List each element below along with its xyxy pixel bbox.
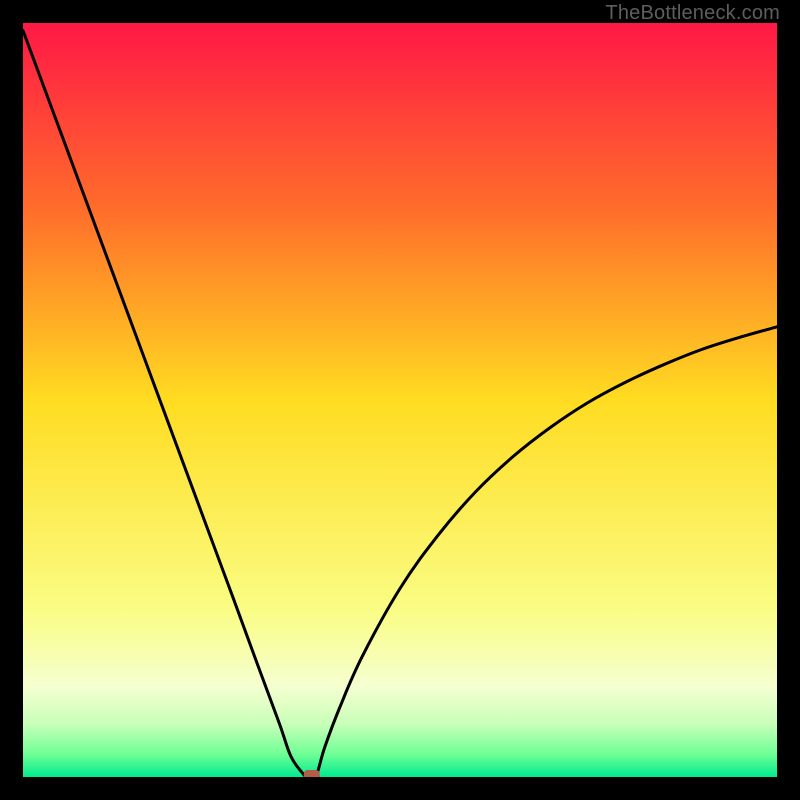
- plot-background: [23, 23, 777, 777]
- plot-svg: [23, 23, 777, 777]
- optimum-marker: [304, 770, 320, 777]
- plot-area: [23, 23, 777, 777]
- chart-frame: TheBottleneck.com: [0, 0, 800, 800]
- watermark-text: TheBottleneck.com: [605, 2, 780, 25]
